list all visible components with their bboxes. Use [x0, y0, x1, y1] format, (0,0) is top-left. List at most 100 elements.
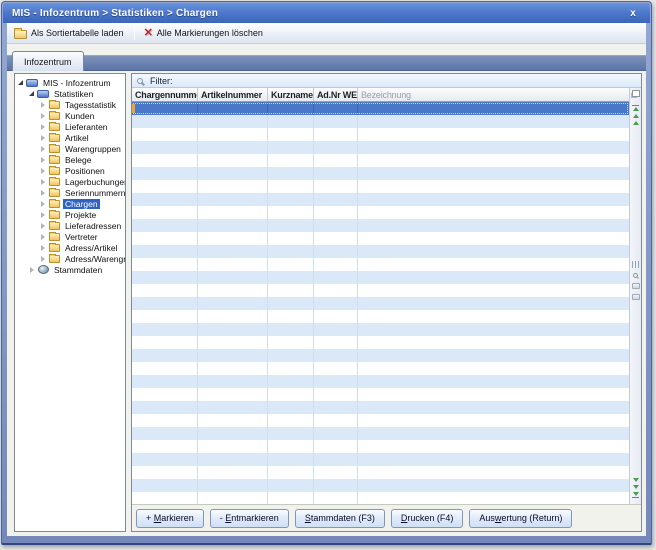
- tree-collapsed-arrow-icon[interactable]: [41, 245, 45, 251]
- tree-item-kunden[interactable]: Kunden: [15, 110, 125, 121]
- toolbar-button-als-sortiertabelle-laden[interactable]: Als Sortiertabelle laden: [10, 26, 129, 41]
- column-header-ad-nr-we[interactable]: Ad.Nr WE: [314, 88, 358, 101]
- tree-item-positionen[interactable]: Positionen: [15, 165, 125, 176]
- table-row[interactable]: [132, 492, 629, 504]
- tree-collapsed-arrow-icon[interactable]: [41, 157, 45, 163]
- tree-item-seriennummern[interactable]: Seriennummern: [15, 187, 125, 198]
- table-row[interactable]: [132, 284, 629, 297]
- tree-expanded-arrow-icon[interactable]: [18, 80, 23, 85]
- table-row[interactable]: [132, 466, 629, 479]
- table-row[interactable]: [132, 167, 629, 180]
- tree-collapsed-arrow-icon[interactable]: [41, 256, 45, 262]
- column-chooser-icon[interactable]: [632, 90, 640, 97]
- search-icon[interactable]: [633, 273, 638, 278]
- tree-collapsed-arrow-icon[interactable]: [41, 212, 45, 218]
- tree-item-label: Warengruppen: [63, 144, 123, 154]
- tree-collapsed-arrow-icon[interactable]: [41, 223, 45, 229]
- tree-collapsed-arrow-icon[interactable]: [41, 135, 45, 141]
- tree-collapsed-arrow-icon[interactable]: [41, 124, 45, 130]
- scroll-down-page-icon[interactable]: [633, 478, 639, 482]
- tree-item-vertreter[interactable]: Vertreter: [15, 231, 125, 242]
- column-header-chargennummer[interactable]: Chargennummer: [132, 88, 198, 101]
- scroll-up-page-icon[interactable]: [633, 121, 639, 125]
- table-row[interactable]: [132, 206, 629, 219]
- footer-button-auswertung-return[interactable]: Auswertung (Return): [469, 509, 572, 528]
- tree-item-adress-warengruppen[interactable]: Adress/Warengruppen: [15, 253, 125, 264]
- table-row-selected[interactable]: [132, 102, 629, 115]
- tree-item-chargen[interactable]: Chargen: [15, 198, 125, 209]
- table-row[interactable]: [132, 141, 629, 154]
- tree-collapsed-arrow-icon[interactable]: [41, 190, 45, 196]
- table-row[interactable]: [132, 180, 629, 193]
- tree-collapsed-arrow-icon[interactable]: [41, 102, 45, 108]
- column-header-bezeichnung[interactable]: Bezeichnung: [358, 88, 629, 101]
- table-row[interactable]: [132, 414, 629, 427]
- table-cell: [132, 492, 198, 504]
- tree-item-mis-infozentrum[interactable]: MIS - Infozentrum: [15, 77, 125, 88]
- table-row[interactable]: [132, 232, 629, 245]
- tree-collapsed-arrow-icon[interactable]: [41, 113, 45, 119]
- tree-item-adress-artikel[interactable]: Adress/Artikel: [15, 242, 125, 253]
- tree-item-tagesstatistik[interactable]: Tagesstatistik: [15, 99, 125, 110]
- table-row[interactable]: [132, 362, 629, 375]
- table-row[interactable]: [132, 128, 629, 141]
- table-row[interactable]: [132, 154, 629, 167]
- footer-button-entmarkieren[interactable]: - Entmarkieren: [210, 509, 289, 528]
- table-row[interactable]: [132, 427, 629, 440]
- tab-infozentrum[interactable]: Infozentrum: [12, 51, 84, 71]
- close-button[interactable]: x: [625, 8, 641, 19]
- table-row[interactable]: [132, 310, 629, 323]
- column-header-kurzname[interactable]: Kurzname: [268, 88, 314, 101]
- table-row[interactable]: [132, 258, 629, 271]
- table-row[interactable]: [132, 297, 629, 310]
- footer-button-stammdaten-f3[interactable]: Stammdaten (F3): [295, 509, 385, 528]
- table-row[interactable]: [132, 375, 629, 388]
- tree-item-lieferadressen[interactable]: Lieferadressen: [15, 220, 125, 231]
- tree-item-lagerbuchungen[interactable]: Lagerbuchungen: [15, 176, 125, 187]
- table-cell: [268, 479, 314, 492]
- table-cell: [132, 297, 198, 310]
- table-row[interactable]: [132, 323, 629, 336]
- table-row[interactable]: [132, 271, 629, 284]
- tree-collapsed-arrow-icon[interactable]: [41, 234, 45, 240]
- scroll-down-icon[interactable]: [633, 485, 639, 489]
- filter-bar[interactable]: Filter:: [132, 74, 641, 88]
- table-row[interactable]: [132, 388, 629, 401]
- table-row[interactable]: [132, 401, 629, 414]
- tree-item-projekte[interactable]: Projekte: [15, 209, 125, 220]
- tree-collapsed-arrow-icon[interactable]: [41, 146, 45, 152]
- tree-item-warengruppen[interactable]: Warengruppen: [15, 143, 125, 154]
- grid-tool-2-icon[interactable]: [632, 294, 640, 300]
- table-row[interactable]: [132, 115, 629, 128]
- toolbar-button-alle-markierungen-l-schen[interactable]: ✕Alle Markierungen löschen: [140, 26, 268, 41]
- grid-tool-1-icon[interactable]: [632, 283, 640, 289]
- table-cell: [198, 154, 268, 167]
- table-row[interactable]: [132, 219, 629, 232]
- column-header-artikelnummer[interactable]: Artikelnummer: [198, 88, 268, 101]
- table-row[interactable]: [132, 440, 629, 453]
- tree-collapsed-arrow-icon[interactable]: [30, 267, 34, 273]
- tree-item-stammdaten[interactable]: Stammdaten: [15, 264, 125, 275]
- table-row[interactable]: [132, 479, 629, 492]
- table-row[interactable]: [132, 193, 629, 206]
- tree-collapsed-arrow-icon[interactable]: [41, 168, 45, 174]
- scroll-up-icon[interactable]: [633, 114, 639, 118]
- scroll-top-icon[interactable]: [632, 104, 639, 111]
- footer-button-markieren[interactable]: + Markieren: [136, 509, 204, 528]
- tree-collapsed-arrow-icon[interactable]: [41, 179, 45, 185]
- table-cell: [358, 492, 629, 504]
- tree-item-belege[interactable]: Belege: [15, 154, 125, 165]
- tree-item-statistiken[interactable]: Statistiken: [15, 88, 125, 99]
- table-row[interactable]: [132, 349, 629, 362]
- tree-item-artikel[interactable]: Artikel: [15, 132, 125, 143]
- footer-button-drucken-f4[interactable]: Drucken (F4): [391, 509, 464, 528]
- column-select-icon[interactable]: [632, 261, 639, 268]
- tree-collapsed-arrow-icon[interactable]: [41, 201, 45, 207]
- table-row[interactable]: [132, 245, 629, 258]
- table-cell: [358, 323, 629, 336]
- tree-item-lieferanten[interactable]: Lieferanten: [15, 121, 125, 132]
- tree-expanded-arrow-icon[interactable]: [29, 91, 34, 96]
- scroll-bottom-icon[interactable]: [632, 492, 639, 499]
- table-row[interactable]: [132, 453, 629, 466]
- table-row[interactable]: [132, 336, 629, 349]
